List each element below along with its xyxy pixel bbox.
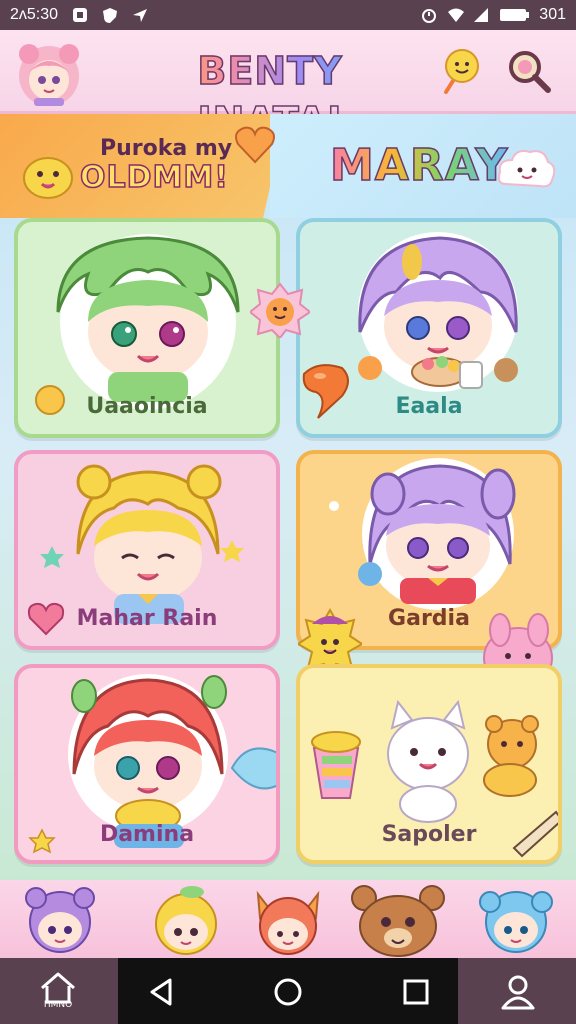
character-thumb-blue[interactable] bbox=[476, 884, 553, 958]
app-header: BENTY INATAI bbox=[0, 30, 576, 144]
shield-icon bbox=[102, 7, 118, 23]
status-bar: 2ʌ5:30 301 bbox=[0, 0, 576, 30]
notification-icon bbox=[72, 7, 88, 23]
character-card-1[interactable]: Uaaoincia bbox=[14, 218, 280, 438]
banner-right-title: MARAY bbox=[329, 139, 509, 192]
home-label: HMNO bbox=[43, 1000, 73, 1010]
heart-icon bbox=[235, 126, 275, 164]
character-card-3[interactable]: Mahar Rain bbox=[14, 450, 280, 650]
alarm-icon bbox=[421, 7, 437, 23]
banner-headline: OLDMM! bbox=[79, 159, 229, 196]
smiling-flower-sticker bbox=[250, 282, 310, 338]
lollipop-icon[interactable] bbox=[436, 46, 486, 96]
search-icon[interactable] bbox=[504, 46, 554, 96]
wifi-icon bbox=[447, 7, 465, 23]
character-card-6[interactable]: Sapoler bbox=[296, 664, 562, 864]
card-label: Sapoler bbox=[381, 822, 477, 847]
home-circle-icon[interactable] bbox=[266, 970, 310, 1014]
battery-icon bbox=[499, 7, 530, 23]
app-title: BENTY INATAI bbox=[120, 46, 420, 144]
battery-level: 301 bbox=[539, 6, 566, 23]
carrot-sticker bbox=[302, 364, 349, 419]
signal-icon bbox=[473, 7, 489, 23]
profile-icon[interactable] bbox=[496, 970, 540, 1014]
character-thumb-fox[interactable] bbox=[250, 884, 326, 958]
card-label: Uaaoincia bbox=[86, 394, 208, 419]
character-card-5[interactable]: Damina bbox=[14, 664, 280, 864]
card-label: Damina bbox=[99, 822, 195, 847]
character-thumb-yellow[interactable] bbox=[148, 884, 224, 958]
banner-subtitle: Puroka my bbox=[100, 136, 233, 161]
back-icon[interactable] bbox=[140, 970, 184, 1014]
character-thumb-purple[interactable] bbox=[22, 884, 98, 958]
status-time: 2ʌ5:30 bbox=[10, 6, 59, 23]
card-label: Mahar Rain bbox=[76, 606, 218, 631]
character-thumb-bear[interactable] bbox=[350, 884, 445, 958]
location-icon bbox=[132, 7, 148, 23]
recents-icon[interactable] bbox=[394, 970, 438, 1014]
avatar[interactable] bbox=[14, 40, 84, 106]
chick-icon bbox=[23, 157, 73, 199]
